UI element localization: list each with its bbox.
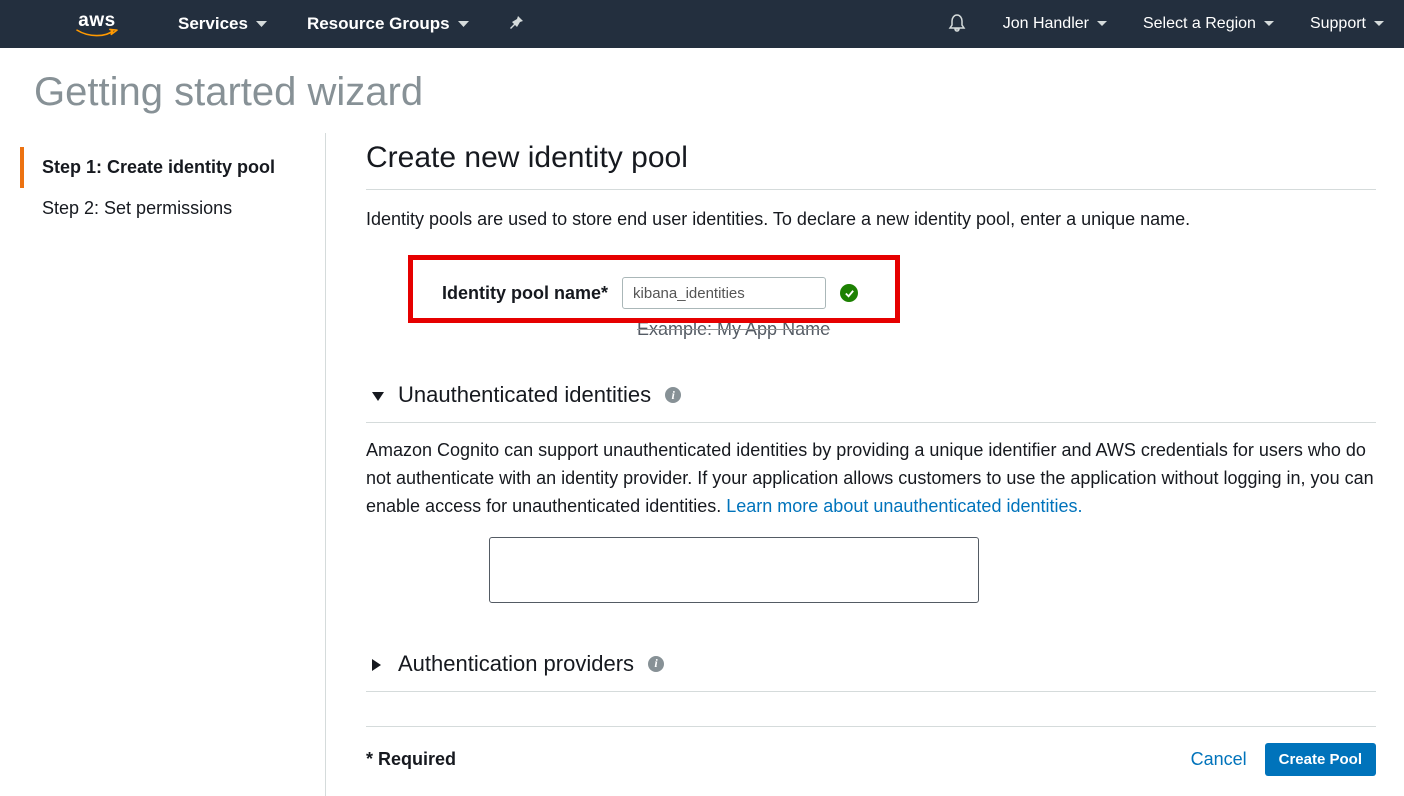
unauth-heading: Unauthenticated identities (398, 382, 651, 408)
caret-down-icon (1264, 21, 1274, 27)
nav-right: Jon Handler Select a Region Support (947, 13, 1384, 36)
aws-logo[interactable]: aws (72, 11, 122, 38)
nav-support-label: Support (1310, 15, 1366, 33)
bell-icon[interactable] (947, 13, 967, 36)
page-title: Getting started wizard (0, 48, 1404, 133)
main-panel: Create new identity pool Identity pools … (325, 133, 1404, 796)
wizard-sidebar: Step 1: Create identity pool Step 2: Set… (20, 133, 325, 796)
identity-pool-name-block: Identity pool name* Example: My App Name (366, 255, 1376, 344)
unauth-paragraph: Amazon Cognito can support unauthenticat… (366, 437, 1376, 521)
nav-resource-groups-label: Resource Groups (307, 14, 450, 34)
pin-icon[interactable] (509, 15, 525, 34)
content: Step 1: Create identity pool Step 2: Set… (0, 133, 1404, 796)
step-2[interactable]: Step 2: Set permissions (20, 188, 325, 229)
valid-check-icon (840, 284, 858, 302)
unauth-learn-more-link[interactable]: Learn more about unauthenticated identit… (726, 496, 1082, 516)
nav-region-label: Select a Region (1143, 15, 1256, 33)
info-icon[interactable]: i (648, 656, 664, 672)
step-1[interactable]: Step 1: Create identity pool (20, 147, 325, 188)
section-heading: Create new identity pool (366, 141, 1376, 190)
nav-services[interactable]: Services (178, 14, 267, 34)
info-icon[interactable]: i (665, 387, 681, 403)
caret-down-icon (458, 21, 469, 28)
nav-user-label: Jon Handler (1003, 15, 1089, 33)
form-footer: * Required Cancel Create Pool (366, 726, 1376, 776)
cancel-button[interactable]: Cancel (1191, 749, 1247, 770)
nav-region[interactable]: Select a Region (1143, 15, 1274, 33)
enable-unauth-label: Enable access to unauthenticated identit… (572, 557, 918, 578)
identity-pool-name-input[interactable] (622, 277, 826, 309)
aws-swoosh-icon (72, 28, 122, 38)
triangle-down-icon (372, 382, 384, 408)
unauth-expander-header[interactable]: Unauthenticated identities i (366, 374, 1376, 423)
identity-pool-name-label: Identity pool name* (442, 283, 608, 304)
triangle-right-icon (372, 651, 384, 677)
caret-down-icon (1097, 21, 1107, 27)
unauth-expander-body: Amazon Cognito can support unauthenticat… (366, 423, 1376, 643)
section-intro: Identity pools are used to store end use… (366, 206, 1376, 233)
auth-providers-expander-header[interactable]: Authentication providers i (366, 643, 1376, 692)
create-pool-button[interactable]: Create Pool (1265, 743, 1376, 776)
nav-user[interactable]: Jon Handler (1003, 15, 1107, 33)
nav-services-label: Services (178, 14, 248, 34)
top-nav: aws Services Resource Groups Jon Handler (0, 0, 1404, 48)
enable-unauth-checkbox[interactable] (530, 557, 550, 577)
nav-resource-groups[interactable]: Resource Groups (307, 14, 469, 34)
identity-pool-name-example: Example: My App Name (366, 319, 1376, 340)
unauth-checkbox-wrap: Enable access to unauthenticated identit… (366, 537, 1376, 603)
caret-down-icon (256, 21, 267, 28)
caret-down-icon (1374, 21, 1384, 27)
required-note: * Required (366, 749, 456, 770)
nav-support[interactable]: Support (1310, 15, 1384, 33)
auth-providers-heading: Authentication providers (398, 651, 634, 677)
